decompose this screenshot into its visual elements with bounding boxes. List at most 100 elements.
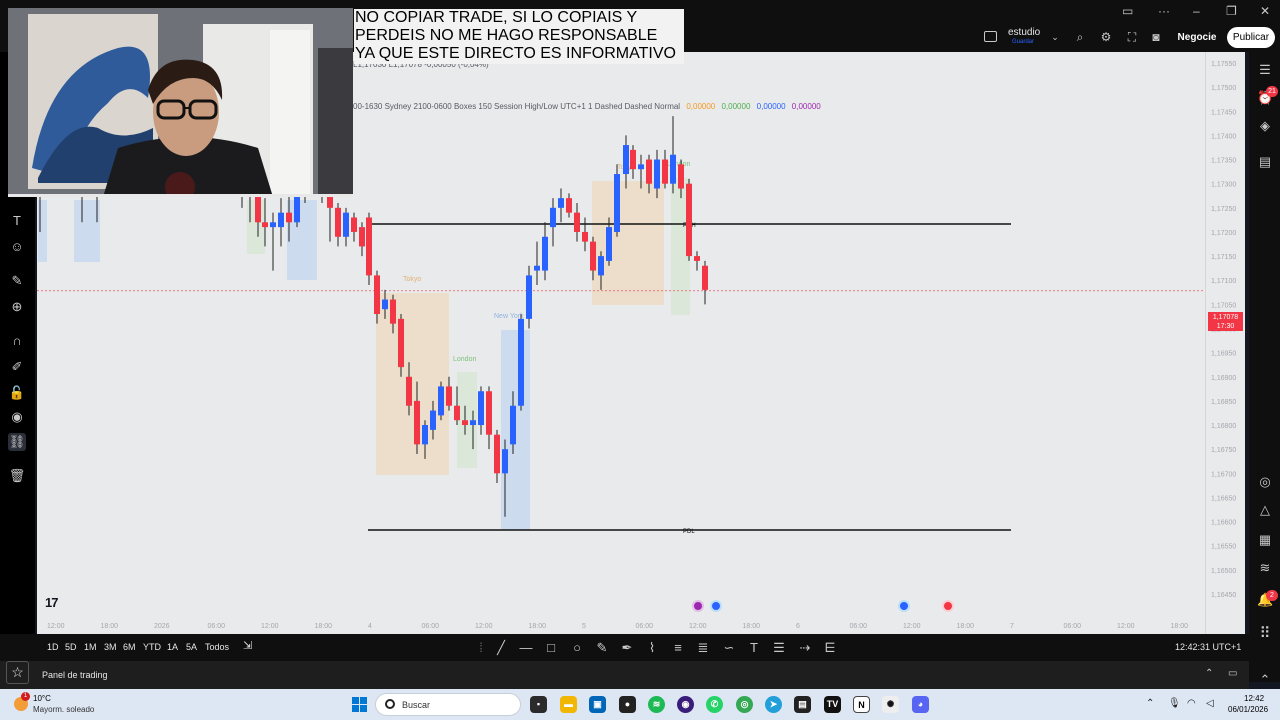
camera-icon[interactable]: ◙ <box>1149 30 1163 44</box>
time-axis[interactable]: 12:00 18:00 2026 06:00 12:00 18:00 4 06:00 12:00… <box>37 616 1280 634</box>
fullscreen-icon[interactable]: ⛶ <box>1125 30 1139 44</box>
range-button[interactable]: Todos <box>205 642 229 652</box>
fib-icon[interactable]: ≣ <box>694 639 712 657</box>
more-icon[interactable]: ··· <box>1158 4 1170 18</box>
zoom-icon[interactable]: ⊕ <box>8 298 26 316</box>
price-scale[interactable]: 1,17550 1,17500 1,17450 1,17400 1,17350 1,173… <box>1205 52 1245 634</box>
file-explorer-icon[interactable]: ▬ <box>560 696 577 713</box>
whatsapp-icon[interactable]: ✆ <box>706 696 723 713</box>
chevron-up-icon[interactable]: ⌃ <box>1257 672 1273 688</box>
store-icon[interactable]: ▣ <box>589 696 606 713</box>
candle-bearish <box>286 212 292 223</box>
candle-bullish <box>542 236 548 271</box>
more-tools-icon[interactable]: ⋿ <box>821 639 839 657</box>
bar-countdown: 17:30 <box>1216 323 1235 330</box>
chevron-down-icon[interactable]: ⌄ <box>1048 30 1062 44</box>
text-icon[interactable]: T <box>745 639 763 657</box>
spotify-icon[interactable]: ≋ <box>648 696 665 713</box>
maximize-button[interactable]: ❐ <box>1226 4 1237 18</box>
position-icon[interactable]: ≡ <box>669 639 687 657</box>
apps-grid-icon[interactable]: ⠿ <box>1257 626 1273 642</box>
task-view-icon[interactable]: ▪ <box>530 696 547 713</box>
notion-icon[interactable]: N <box>853 696 870 713</box>
indicator-legend[interactable]: 00-1630 Sydney 2100-0600 Boxes 150 Sessi… <box>353 102 821 111</box>
calendar-icon[interactable]: ▦ <box>1257 532 1273 548</box>
magnet-icon[interactable]: ∩ <box>8 332 26 350</box>
lock-icon[interactable]: 🔓 <box>8 384 26 402</box>
trading-panel-tab[interactable]: Panel de trading <box>42 670 108 680</box>
trash-icon[interactable]: 🗑 <box>8 467 26 485</box>
range-button[interactable]: YTD <box>143 642 161 652</box>
economic-event-icon[interactable] <box>942 600 954 612</box>
chrome-icon[interactable]: ◎ <box>736 696 753 713</box>
drag-handle-icon[interactable]: ⁞ <box>472 639 490 657</box>
rectangle-icon[interactable]: □ <box>542 639 560 657</box>
range-button[interactable]: 6M <box>123 642 136 652</box>
triangle-icon[interactable]: △ <box>1257 502 1273 518</box>
trade-button[interactable]: Negocie <box>1175 27 1219 48</box>
circle-icon[interactable]: ○ <box>568 639 586 657</box>
publish-button[interactable]: Publicar <box>1227 27 1275 48</box>
maximize-panel-icon[interactable]: ▭ <box>1228 668 1237 679</box>
range-button[interactable]: 5A <box>186 642 197 652</box>
screen-icon[interactable]: ▭ <box>1122 4 1133 18</box>
chevron-up-icon[interactable]: ⌃ <box>1205 668 1213 679</box>
layout-icon[interactable] <box>984 31 997 42</box>
brush-icon[interactable]: ✎ <box>593 639 611 657</box>
watchlist-icon[interactable]: ☰ <box>1257 62 1273 78</box>
ruler-icon[interactable]: ✎ <box>8 272 26 290</box>
range-button[interactable]: 1D <box>47 642 59 652</box>
trendline-icon[interactable]: ╱ <box>492 639 510 657</box>
economic-event-icon[interactable] <box>710 600 722 612</box>
taskbar-date[interactable]: 06/01/2026 <box>1228 705 1268 714</box>
wifi-icon[interactable]: ◠ <box>1187 698 1196 709</box>
app-icon[interactable]: ▤ <box>794 696 811 713</box>
range-button[interactable]: 1A <box>167 642 178 652</box>
utc-clock[interactable]: 12:42:31 UTC+1 <box>1175 642 1241 652</box>
layout-name[interactable]: estudio <box>1008 28 1040 38</box>
taskbar-time[interactable]: 12:42 <box>1244 694 1264 703</box>
curve-icon[interactable]: ∽ <box>720 639 738 657</box>
search-icon[interactable]: ⌕ <box>1073 30 1087 44</box>
range-button[interactable]: 1M <box>84 642 97 652</box>
microphone-icon[interactable]: 🎙 <box>1168 698 1181 709</box>
windows-start-icon[interactable] <box>352 697 367 712</box>
proton-icon[interactable]: ◉ <box>677 696 694 713</box>
economic-event-icon[interactable] <box>898 600 910 612</box>
range-button[interactable]: 3M <box>104 642 117 652</box>
text-tool-icon[interactable]: T <box>8 212 26 230</box>
indicator-value: 0,00000 <box>791 102 821 111</box>
date-range-icon[interactable]: ⇲ <box>243 639 252 652</box>
discord-icon[interactable]: ◕ <box>912 696 929 713</box>
pen-icon[interactable]: ✒ <box>618 639 636 657</box>
layers-icon[interactable]: ◈ <box>1257 118 1273 134</box>
taskbar-search[interactable]: Buscar <box>375 693 521 716</box>
gear-icon[interactable]: ⚙ <box>1099 30 1113 44</box>
chat-icon[interactable]: ▤ <box>1257 154 1273 170</box>
range-button[interactable]: 5D <box>65 642 77 652</box>
broadcast-icon[interactable]: ≋ <box>1257 560 1273 576</box>
chevron-up-icon[interactable]: ⌃ <box>1146 698 1154 709</box>
ray-icon[interactable]: ⇢ <box>796 639 814 657</box>
minimize-button[interactable]: – <box>1193 4 1200 18</box>
target-icon[interactable]: ◎ <box>1257 474 1273 490</box>
emoji-icon[interactable]: ☺ <box>8 238 26 256</box>
lock-pencil-icon[interactable]: ✐ <box>8 358 26 376</box>
close-button[interactable]: ✕ <box>1260 4 1270 18</box>
volume-icon[interactable]: ◁ <box>1206 698 1214 709</box>
star-icon[interactable]: ☆ <box>6 661 29 684</box>
link-icon[interactable]: ⛓ <box>8 433 26 451</box>
chatgpt-icon[interactable]: ✺ <box>882 696 899 713</box>
economic-event-icon[interactable] <box>692 600 704 612</box>
weather-description[interactable]: Mayorm. soleado <box>33 705 94 714</box>
obs-icon[interactable]: ● <box>619 696 636 713</box>
lines-icon[interactable]: ☰ <box>770 639 788 657</box>
weather-temperature[interactable]: 10°C <box>33 694 51 703</box>
eye-icon[interactable]: ◉ <box>8 408 26 426</box>
horizontal-line-icon[interactable]: — <box>517 639 535 657</box>
tradingview-icon[interactable]: TV <box>824 696 841 713</box>
candle-bearish <box>454 405 460 421</box>
price-tick-label: 1,16650 <box>1211 495 1236 502</box>
telegram-icon[interactable]: ➤ <box>765 696 782 713</box>
path-icon[interactable]: ⌇ <box>643 639 661 657</box>
